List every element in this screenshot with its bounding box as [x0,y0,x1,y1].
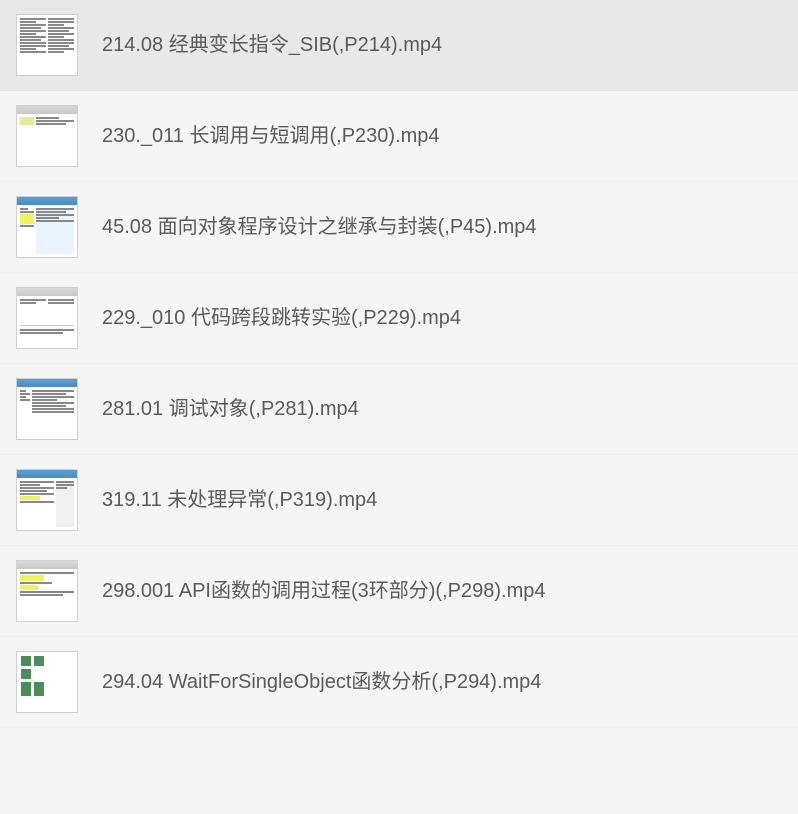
file-name-label: 319.11 未处理异常(,P319).mp4 [102,486,782,514]
file-item[interactable]: 214.08 经典变长指令_SIB(,P214).mp4 [0,0,798,91]
file-item[interactable]: 298.001 API函数的调用过程(3环部分)(,P298).mp4 [0,546,798,637]
file-name-label: 230._011 长调用与短调用(,P230).mp4 [102,122,782,150]
video-thumbnail [16,105,78,167]
video-thumbnail [16,560,78,622]
video-thumbnail [16,287,78,349]
video-thumbnail [16,196,78,258]
file-item[interactable]: 45.08 面向对象程序设计之继承与封装(,P45).mp4 [0,182,798,273]
file-item[interactable]: 319.11 未处理异常(,P319).mp4 [0,455,798,546]
file-item[interactable]: 281.01 调试对象(,P281).mp4 [0,364,798,455]
video-thumbnail [16,651,78,713]
video-thumbnail [16,378,78,440]
video-thumbnail [16,469,78,531]
file-name-label: 45.08 面向对象程序设计之继承与封装(,P45).mp4 [102,213,782,241]
file-item[interactable]: 230._011 长调用与短调用(,P230).mp4 [0,91,798,182]
file-list: 214.08 经典变长指令_SIB(,P214).mp4 230._011 长调… [0,0,798,728]
file-item[interactable]: 229._010 代码跨段跳转实验(,P229).mp4 [0,273,798,364]
file-name-label: 298.001 API函数的调用过程(3环部分)(,P298).mp4 [102,577,782,605]
file-name-label: 294.04 WaitForSingleObject函数分析(,P294).mp… [102,668,782,696]
file-name-label: 229._010 代码跨段跳转实验(,P229).mp4 [102,304,782,332]
video-thumbnail [16,14,78,76]
file-name-label: 214.08 经典变长指令_SIB(,P214).mp4 [102,31,782,59]
file-item[interactable]: 294.04 WaitForSingleObject函数分析(,P294).mp… [0,637,798,728]
file-name-label: 281.01 调试对象(,P281).mp4 [102,395,782,423]
